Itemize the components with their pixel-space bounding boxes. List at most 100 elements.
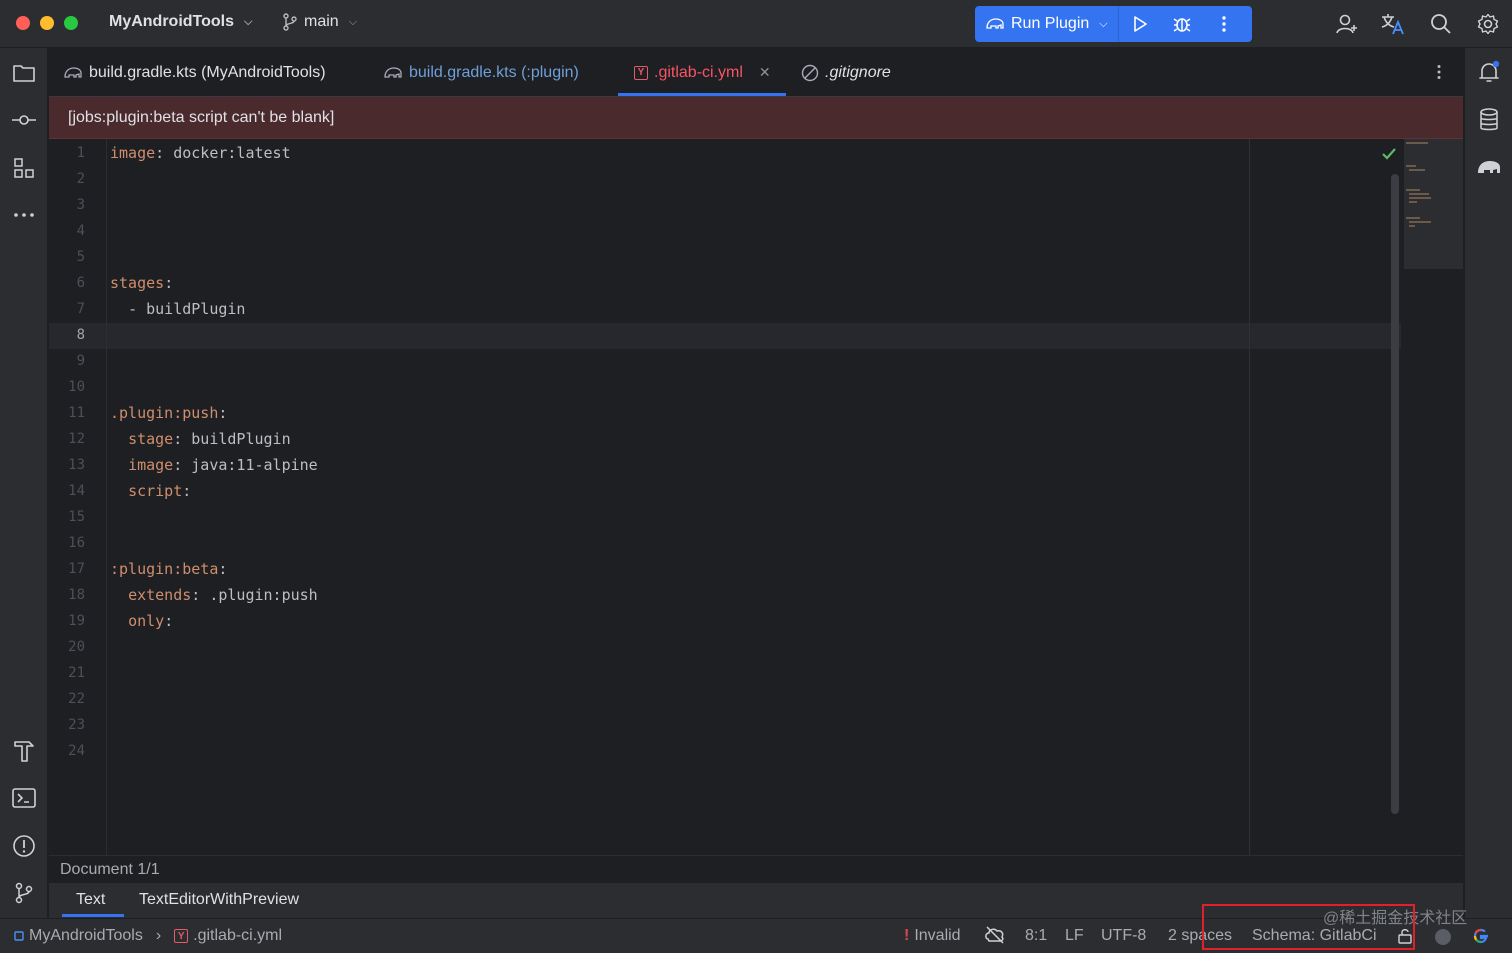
line-number: 5 <box>76 249 85 265</box>
tab-label: build.gradle.kts (:plugin) <box>409 63 579 81</box>
chevron-right-icon: › <box>155 927 162 944</box>
notifications-button[interactable] <box>1475 58 1503 86</box>
chevron-down-icon: ⌵ <box>244 15 253 28</box>
code-line: image: java:11-alpine <box>128 456 318 474</box>
gradle-elephant-icon <box>384 66 402 78</box>
git-branch-icon <box>283 13 297 31</box>
project-selector[interactable]: MyAndroidTools ⌵ <box>109 13 252 31</box>
code-editor[interactable]: 1 2 3 4 5 6 7 8 9 10 11 12 13 14 15 16 17 18 19 20 21 22 23 24 … <box>49 139 1463 855</box>
vertical-scrollbar[interactable] <box>1391 174 1399 814</box>
tab-gitignore[interactable]: .gitignore <box>801 48 891 97</box>
settings-button[interactable] <box>1474 10 1502 38</box>
folder-icon <box>13 65 35 82</box>
minimap-line <box>1406 142 1428 144</box>
database-icon <box>1480 108 1498 131</box>
line-number: 24 <box>68 743 85 759</box>
tab-label: build.gradle.kts (MyAndroidTools) <box>89 63 326 81</box>
gradle-elephant-icon <box>64 66 82 78</box>
minimap-line <box>1409 225 1415 227</box>
breadcrumb-file[interactable]: .gitlab-ci.yml <box>193 927 282 945</box>
run-configuration-label: Run Plugin <box>1011 15 1090 32</box>
current-line-highlight <box>49 323 1401 349</box>
user-plus-icon <box>1336 14 1357 34</box>
play-icon <box>1133 16 1147 32</box>
code-line: .plugin:push: <box>110 404 228 422</box>
active-tab-indicator <box>62 914 124 917</box>
gear-icon <box>1477 13 1499 35</box>
more-actions-button[interactable] <box>1203 6 1245 42</box>
minimap-line <box>1406 189 1420 191</box>
tab-label: .gitignore <box>825 63 891 81</box>
maximize-window-button[interactable] <box>64 16 78 30</box>
file-encoding[interactable]: UTF-8 <box>1101 927 1146 945</box>
translate-button[interactable] <box>1379 10 1407 38</box>
tab-build-gradle-plugin[interactable]: build.gradle.kts (:plugin) <box>383 48 579 97</box>
terminal-tool-button[interactable] <box>10 784 38 812</box>
right-tool-bar <box>1464 48 1512 918</box>
line-number: 11 <box>68 405 85 421</box>
breadcrumb-project[interactable]: MyAndroidTools <box>29 927 143 945</box>
error-icon: ! <box>904 927 910 944</box>
debug-button[interactable] <box>1161 6 1203 42</box>
translate-icon <box>1381 14 1404 35</box>
validation-status[interactable]: ! Invalid <box>904 927 961 945</box>
database-tool-button[interactable] <box>1475 106 1503 134</box>
search-button[interactable] <box>1427 10 1455 38</box>
code-line: stages: <box>110 274 174 292</box>
document-counter: Document 1/1 <box>60 861 160 878</box>
left-tool-bar <box>0 48 48 918</box>
line-number: 10 <box>68 379 85 395</box>
validation-label: Invalid <box>914 927 961 944</box>
code-minimap[interactable] <box>1404 139 1463 269</box>
code-line: stage: buildPlugin <box>128 430 291 448</box>
problems-tool-button[interactable] <box>10 832 38 860</box>
tab-label: .gitlab-ci.yml <box>654 63 743 81</box>
project-tool-button[interactable] <box>10 59 38 87</box>
minimize-window-button[interactable] <box>40 16 54 30</box>
cursor-position[interactable]: 8:1 <box>1025 927 1047 945</box>
tab-gitlab-ci-yml[interactable]: Y .gitlab-ci.yml ✕ <box>634 48 771 97</box>
project-name: MyAndroidTools <box>109 13 235 30</box>
tab-text-editor-with-preview[interactable]: TextEditorWithPreview <box>139 891 299 909</box>
title-bar: MyAndroidTools ⌵ main ⌵ Run Plugin ⌵ <box>0 0 1512 48</box>
line-number: 3 <box>76 197 85 213</box>
add-user-button[interactable] <box>1333 10 1361 38</box>
chevron-down-icon: ⌵ <box>348 15 358 28</box>
structure-tool-button[interactable] <box>10 154 38 182</box>
chevron-down-icon: ⌵ <box>1099 17 1108 30</box>
terminal-icon <box>12 788 36 808</box>
line-number: 4 <box>76 223 85 239</box>
build-tool-button[interactable] <box>10 737 38 765</box>
tab-build-gradle-project[interactable]: build.gradle.kts (MyAndroidTools) <box>63 48 326 97</box>
line-number: 8 <box>76 327 85 343</box>
branch-selector[interactable]: main ⌵ <box>282 13 357 31</box>
tab-options-button[interactable] <box>1429 60 1449 84</box>
more-vertical-icon <box>1221 16 1226 32</box>
close-tab-button[interactable]: ✕ <box>759 64 771 81</box>
run-button[interactable] <box>1119 6 1161 42</box>
circle-status-icon <box>1435 929 1451 945</box>
more-tools-button[interactable] <box>10 201 38 229</box>
line-number: 23 <box>68 717 85 733</box>
git-branch-icon <box>15 882 33 904</box>
line-number: 20 <box>68 639 85 655</box>
close-window-button[interactable] <box>16 16 30 30</box>
line-ending[interactable]: LF <box>1065 927 1084 945</box>
hammer-icon <box>14 741 34 762</box>
line-number: 15 <box>68 509 85 525</box>
line-number: 14 <box>68 483 85 499</box>
run-configuration-selector[interactable]: Run Plugin ⌵ <box>975 6 1119 42</box>
branch-name: main <box>304 13 339 30</box>
google-account-button[interactable] <box>1472 927 1490 945</box>
editor-tabs: build.gradle.kts (MyAndroidTools) build.… <box>49 48 1463 97</box>
ignore-file-icon <box>801 64 819 81</box>
no-sync-button[interactable] <box>984 925 1006 945</box>
git-tool-button[interactable] <box>10 879 38 907</box>
structure-icon <box>14 158 34 178</box>
code-line: only: <box>128 612 174 630</box>
banner-message: [jobs:plugin:beta script can't be blank] <box>68 109 335 126</box>
gradle-tool-button[interactable] <box>1475 153 1503 181</box>
inspection-status[interactable] <box>1434 928 1452 946</box>
commit-tool-button[interactable] <box>10 106 38 134</box>
tab-text[interactable]: Text <box>76 891 105 909</box>
